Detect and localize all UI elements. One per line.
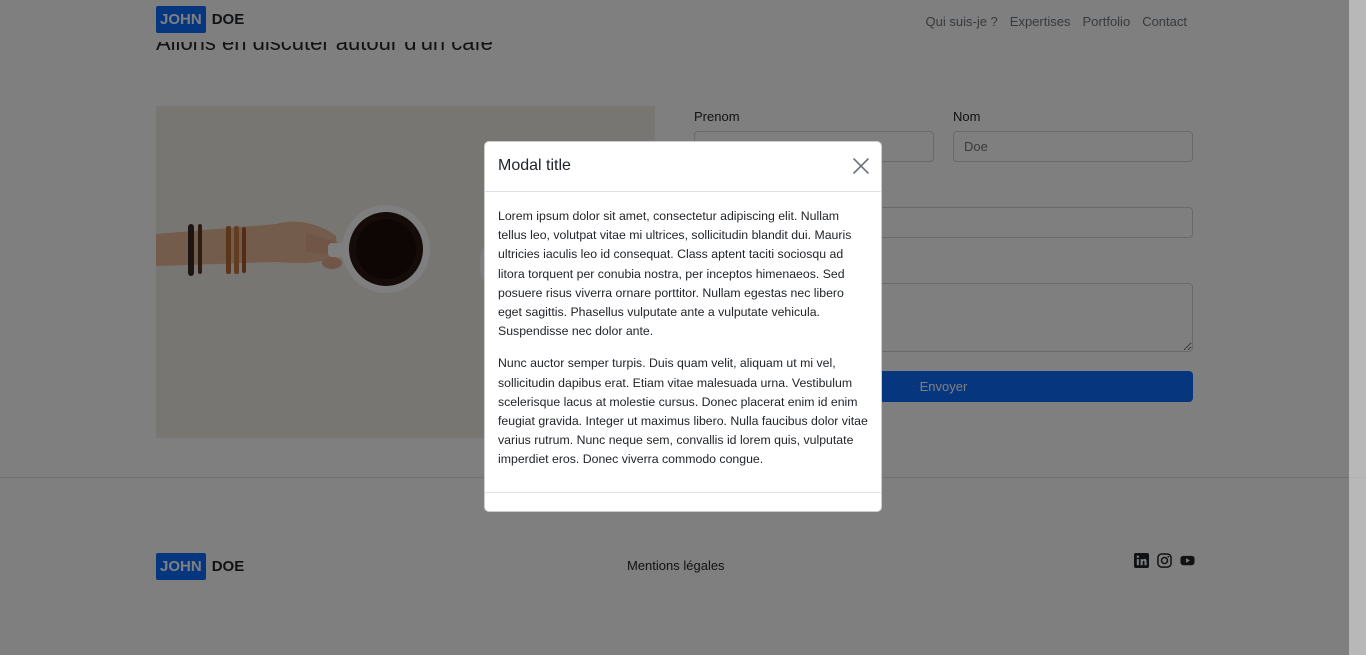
modal-title: Modal title (498, 157, 571, 174)
modal-paragraph-1: Lorem ipsum dolor sit amet, consectetur … (498, 209, 852, 339)
close-icon (853, 158, 869, 174)
modal-header: Modal title (485, 142, 881, 192)
modal-body: Lorem ipsum dolor sit amet, consectetur … (485, 192, 881, 478)
modal-footer (485, 492, 881, 511)
page: JOHN DOE Qui suis-je ? Expertises Portfo… (0, 0, 1366, 655)
modal-paragraph-2: Nunc auctor semper turpis. Duis quam vel… (498, 356, 868, 467)
modal-close-button[interactable] (849, 154, 873, 178)
page-scrollbar[interactable] (1349, 0, 1366, 655)
modal-dialog: Modal title Lorem ipsum dolor sit amet, … (484, 141, 882, 512)
